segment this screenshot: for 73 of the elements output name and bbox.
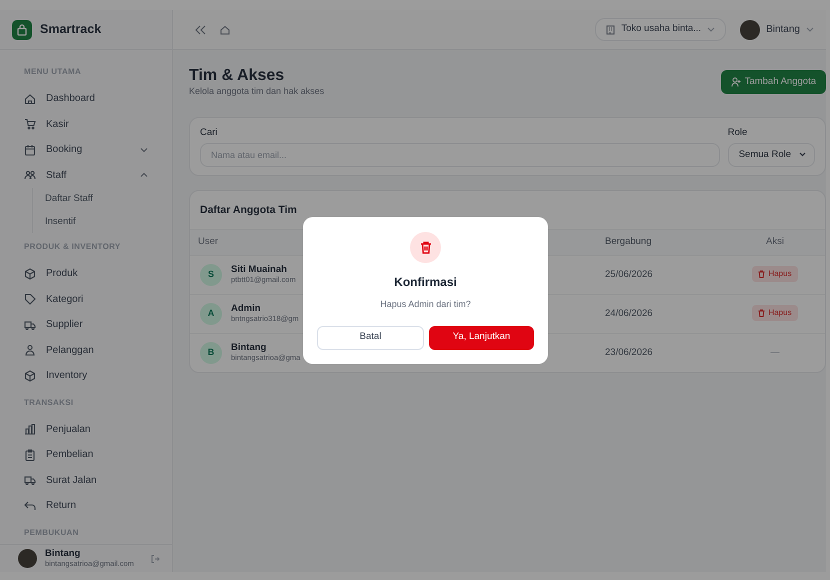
search-label: Cari bbox=[200, 126, 218, 140]
sidebar-item[interactable]: Supplier bbox=[12, 312, 160, 338]
member-name: Siti Muainah bbox=[231, 264, 288, 276]
no-action: — bbox=[770, 347, 780, 358]
home-icon[interactable] bbox=[220, 24, 230, 34]
avatar-initial: A bbox=[200, 302, 222, 325]
card-title: Daftar Anggota Tim bbox=[199, 202, 298, 218]
calendar-icon bbox=[24, 144, 36, 156]
confirm-button[interactable]: Ya, Lanjutkan bbox=[429, 326, 534, 350]
delete-button[interactable]: Hapus bbox=[752, 266, 798, 282]
sidebar-subitem[interactable]: Daftar Staff bbox=[33, 188, 160, 210]
role-label: Role bbox=[728, 126, 748, 140]
users-icon bbox=[24, 169, 36, 182]
user-name: Bintang bbox=[45, 549, 82, 560]
collapse-icon[interactable] bbox=[195, 24, 206, 34]
member-name: Admin bbox=[231, 304, 262, 314]
sidebar-item[interactable]: Pelanggan bbox=[12, 338, 160, 363]
sidebar-item[interactable]: Staff bbox=[12, 162, 160, 188]
sidebar-item[interactable]: Penjualan bbox=[12, 416, 160, 442]
clipboard-icon bbox=[24, 448, 36, 461]
sidebar-item[interactable]: Pembelian bbox=[12, 442, 160, 468]
home-icon bbox=[24, 92, 36, 105]
people-icon bbox=[24, 344, 36, 356]
store-selector[interactable]: Toko usaha binta... bbox=[595, 18, 726, 41]
dialog-message: Hapus Admin dari tim? bbox=[380, 298, 471, 311]
sidebar-item[interactable]: Kasir bbox=[12, 112, 160, 137]
chart-icon bbox=[24, 423, 36, 436]
chevron-down-icon bbox=[806, 27, 814, 32]
search-field[interactable]: Nama atau email... bbox=[200, 142, 720, 167]
trash-icon bbox=[758, 270, 766, 278]
sidebar-item[interactable]: Booking bbox=[12, 137, 160, 162]
column-header: Aksi bbox=[765, 235, 785, 250]
cart-icon bbox=[24, 118, 36, 130]
join-date: 24/06/2026 bbox=[605, 306, 654, 321]
join-date: 23/06/2026 bbox=[605, 346, 654, 360]
avatar-initial: B bbox=[200, 342, 222, 364]
sidebar-item[interactable]: Kategori bbox=[12, 286, 160, 312]
avatar bbox=[740, 20, 760, 40]
chevron-down-icon bbox=[799, 152, 806, 158]
role-select[interactable]: Semua Role bbox=[728, 142, 815, 167]
box-icon bbox=[24, 268, 36, 280]
sidebar-item[interactable]: Inventory bbox=[12, 363, 160, 388]
brand-name: Smartrack bbox=[40, 21, 102, 38]
column-header: Bergabung bbox=[605, 235, 652, 250]
trash-icon bbox=[758, 309, 766, 318]
truck-icon bbox=[24, 318, 36, 331]
member-name: Bintang bbox=[231, 342, 268, 354]
chevron-down-icon bbox=[707, 27, 716, 32]
sidebar-item[interactable]: Return bbox=[12, 493, 160, 518]
logout-icon[interactable] bbox=[150, 554, 160, 564]
delete-button[interactable]: Hapus bbox=[752, 305, 798, 322]
sidebar-item[interactable]: Produk bbox=[12, 261, 160, 286]
trash-icon bbox=[410, 232, 441, 263]
sidebar-item[interactable]: Dashboard bbox=[12, 86, 160, 112]
sidebar-item[interactable]: Surat Jalan bbox=[12, 468, 160, 493]
tag-icon bbox=[24, 293, 36, 306]
page-title: Tim & Akses bbox=[189, 66, 286, 86]
box-icon bbox=[24, 370, 36, 382]
sidebar-subitem[interactable]: Insentif bbox=[33, 210, 160, 233]
user-menu[interactable]: Bintang bbox=[740, 20, 814, 40]
dialog-title: Konfirmasi bbox=[394, 274, 457, 291]
column-header: User bbox=[197, 235, 220, 250]
add-member-button[interactable]: Tambah Anggota bbox=[720, 70, 826, 94]
cancel-button[interactable]: Batal bbox=[317, 326, 424, 350]
avatar bbox=[18, 549, 37, 568]
return-arrow-icon bbox=[24, 500, 36, 512]
bag-logo-icon bbox=[12, 20, 32, 40]
truck-icon bbox=[24, 474, 36, 486]
page-subtitle: Kelola anggota tim dan hak akses bbox=[189, 85, 326, 98]
building-icon bbox=[606, 24, 616, 34]
avatar-initial: S bbox=[200, 264, 222, 286]
join-date: 25/06/2026 bbox=[605, 268, 654, 282]
add-user-icon bbox=[730, 77, 741, 88]
